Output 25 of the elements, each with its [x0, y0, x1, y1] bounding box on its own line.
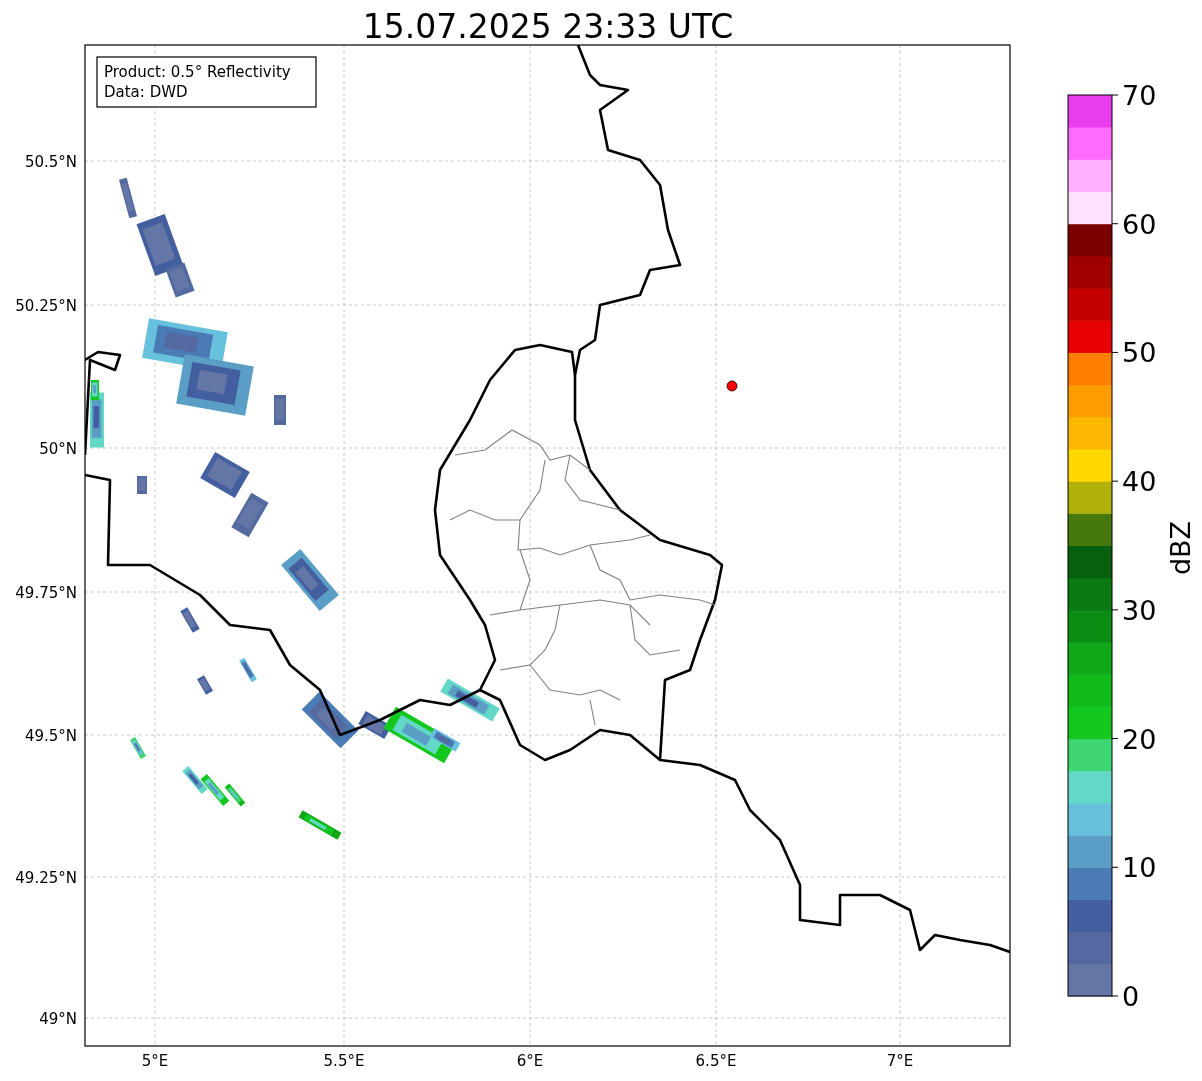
chart-title: 15.07.2025 23:33 UTC [362, 7, 734, 46]
colorbar-tick-label: 20 [1122, 723, 1157, 755]
longitude-label: 6°E [516, 1052, 544, 1070]
latitude-label: 50.25°N [15, 297, 77, 315]
longitude-label: 6.5°E [695, 1052, 737, 1070]
colorbar-label: dBZ [1165, 520, 1196, 576]
colorbar-tick-label: 50 [1122, 337, 1157, 369]
latitude-label: 49°N [39, 1010, 77, 1028]
latitude-label: 49.75°N [15, 584, 77, 602]
latitude-label: 49.5°N [24, 727, 77, 745]
location-marker [726, 380, 738, 392]
colorbar-tick-label: 30 [1122, 594, 1157, 626]
colorbar-tick-label: 70 [1122, 80, 1157, 111]
colorbar-tick-label: 40 [1122, 466, 1157, 498]
latitude-label: 49.25°N [15, 869, 77, 887]
longitude-label: 5.5°E [323, 1052, 365, 1070]
info-text: Product: 0.5° Reflectivity [104, 63, 291, 81]
longitude-label: 7°E [886, 1052, 914, 1070]
colorbar-tick-label: 10 [1122, 852, 1157, 884]
longitude-label: 5°E [141, 1052, 169, 1070]
colorbar-tick-label: 0 [1122, 981, 1140, 1012]
latitude-label: 50.5°N [24, 153, 77, 171]
colorbar-tick-label: 60 [1122, 208, 1157, 240]
info-text: Data: DWD [104, 83, 188, 101]
latitude-label: 50°N [39, 440, 77, 458]
